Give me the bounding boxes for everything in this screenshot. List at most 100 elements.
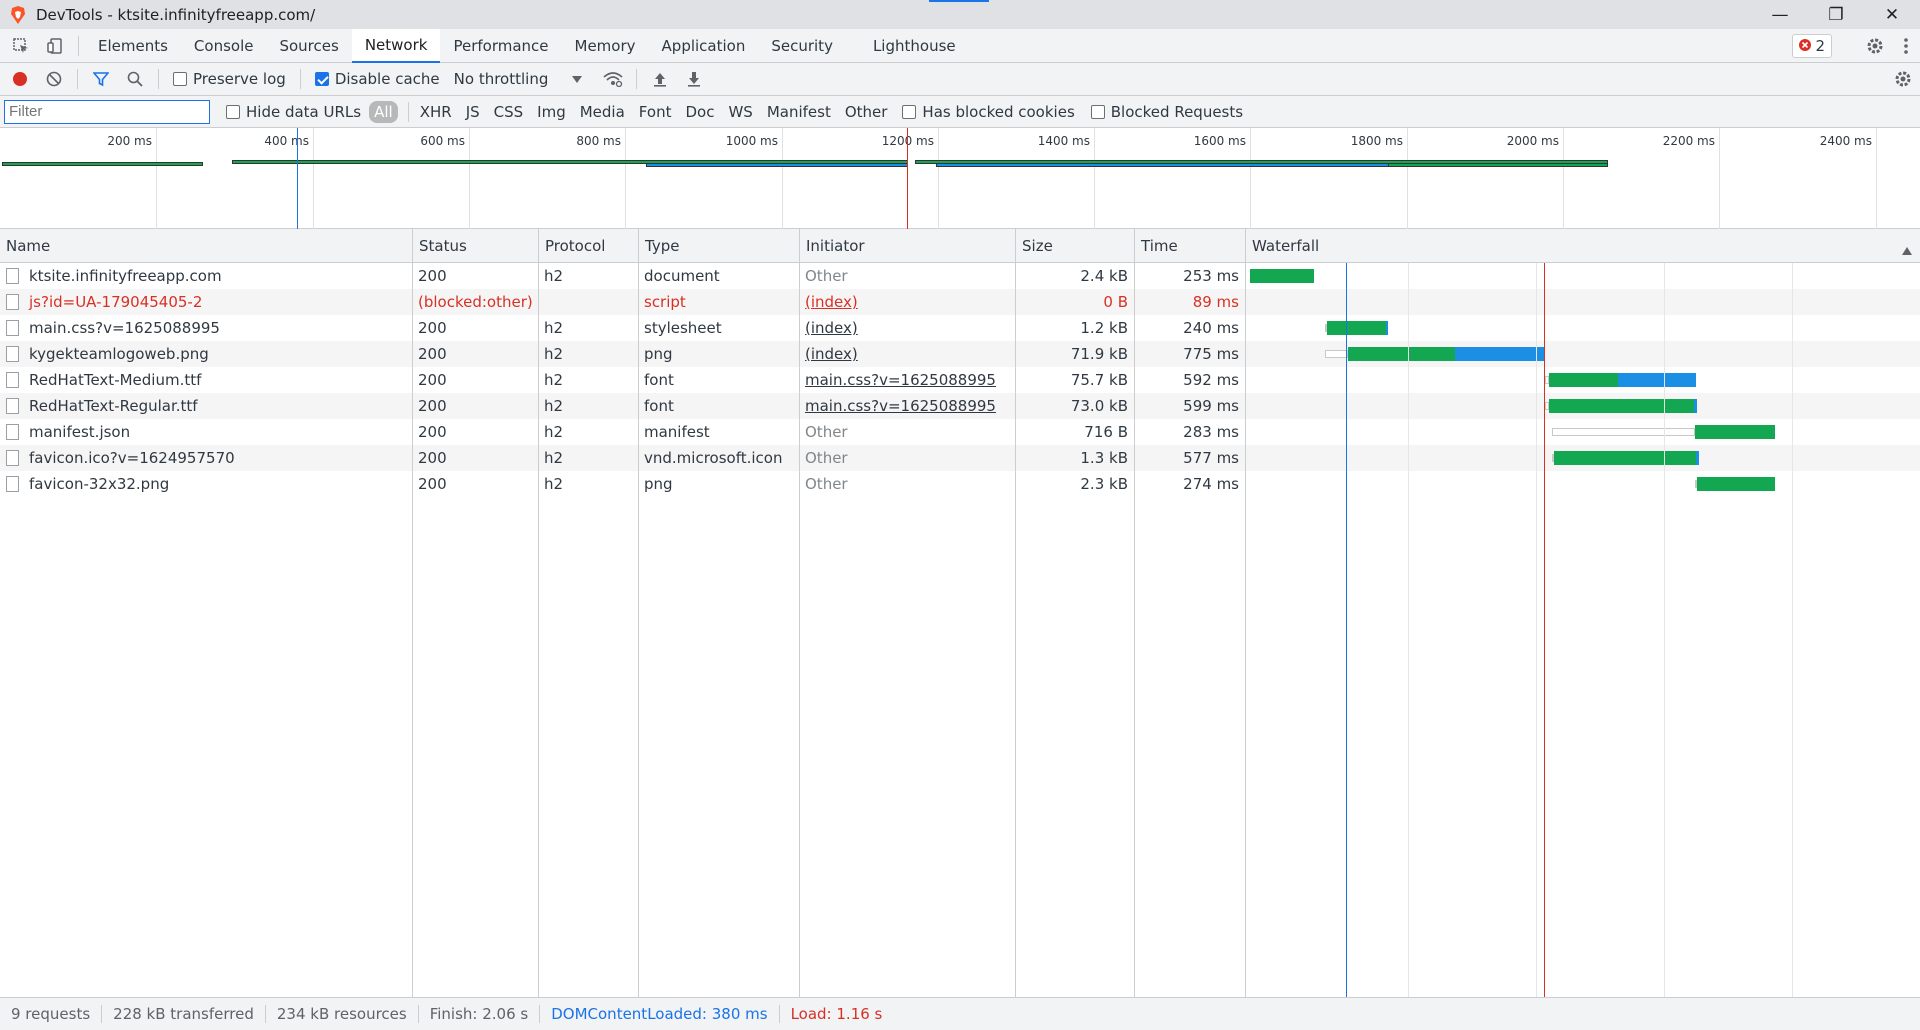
type-filter-img[interactable]: Img [532, 101, 571, 123]
waterfall-download-bar[interactable] [1327, 321, 1386, 335]
tab-sources[interactable]: Sources [266, 29, 351, 63]
tab-console[interactable]: Console [181, 29, 267, 63]
type-filter-other[interactable]: Other [840, 101, 893, 123]
cell-name[interactable]: favicon-32x32.png [0, 471, 412, 497]
table-row[interactable]: RedHatText-Medium.ttf 200 h2 font main.css?v… [0, 367, 1920, 393]
table-row[interactable]: favicon.ico?v=1624957570 200 h2 vnd.microso… [0, 445, 1920, 471]
tab-security[interactable]: Security [758, 29, 846, 63]
waterfall-download-bar[interactable] [1554, 451, 1697, 465]
cell-name[interactable]: js?id=UA-179045405-2 [0, 289, 412, 315]
record-icon[interactable] [3, 63, 37, 95]
settings-gear-icon[interactable] [1858, 29, 1892, 63]
blocked-requests-box[interactable] [1090, 104, 1105, 119]
preserve-log-checkbox[interactable]: Preserve log [173, 70, 286, 88]
cell-initiator[interactable]: main.css?v=1625088995 [799, 367, 1015, 393]
cell-status: 200 [412, 471, 538, 497]
waterfall-content-bar[interactable] [1696, 451, 1699, 465]
cell-text: (index) [805, 345, 858, 363]
column-header-time[interactable]: Time [1134, 229, 1245, 263]
tab-lighthouse[interactable]: Lighthouse [860, 29, 969, 63]
table-row[interactable]: ktsite.infinityfreeapp.com 200 h2 document O… [0, 263, 1920, 289]
export-har-icon[interactable] [677, 63, 711, 95]
cell-initiator[interactable]: (index) [799, 341, 1015, 367]
tab-application[interactable]: Application [649, 29, 759, 63]
cell-text: (index) [805, 319, 858, 337]
waterfall-download-bar[interactable] [1697, 477, 1775, 491]
table-row[interactable]: main.css?v=1625088995 200 h2 stylesheet (ind… [0, 315, 1920, 341]
sort-ascending-icon[interactable] [1902, 241, 1912, 259]
cell-protocol: h2 [538, 263, 638, 289]
type-filter-manifest[interactable]: Manifest [762, 101, 836, 123]
column-header-name[interactable]: Name [0, 229, 412, 263]
throttling-select[interactable]: No throttling [454, 70, 583, 88]
network-conditions-icon[interactable] [596, 63, 630, 95]
cell-text: 200 [418, 345, 447, 363]
cell-name[interactable]: RedHatText-Regular.ttf [0, 393, 412, 419]
tab-memory[interactable]: Memory [562, 29, 649, 63]
type-filter-media[interactable]: Media [575, 101, 630, 123]
column-header-waterfall[interactable]: Waterfall [1245, 229, 1920, 263]
column-header-status[interactable]: Status [412, 229, 538, 263]
cell-initiator[interactable]: (index) [799, 289, 1015, 315]
tab-elements[interactable]: Elements [85, 29, 181, 63]
error-counter[interactable]: 2 [1792, 34, 1832, 58]
tab-performance[interactable]: Performance [440, 29, 561, 63]
cell-name[interactable]: kygekteamlogoweb.png [0, 341, 412, 367]
type-filter-all[interactable]: All [369, 100, 398, 123]
preserve-log-box[interactable] [173, 72, 187, 86]
has-blocked-cookies-box[interactable] [902, 104, 917, 119]
waterfall-content-bar[interactable] [1455, 347, 1545, 361]
blocked-requests-checkbox[interactable]: Blocked Requests [1090, 103, 1243, 121]
cell-name[interactable]: ktsite.infinityfreeapp.com [0, 263, 412, 289]
table-row[interactable]: RedHatText-Regular.ttf 200 h2 font main.css?… [0, 393, 1920, 419]
has-blocked-cookies-checkbox[interactable]: Has blocked cookies [902, 103, 1075, 121]
type-filter-font[interactable]: Font [634, 101, 677, 123]
filter-input[interactable] [4, 99, 210, 124]
type-filter-css[interactable]: CSS [489, 101, 529, 123]
type-filter-doc[interactable]: Doc [680, 101, 719, 123]
cell-name[interactable]: favicon.ico?v=1624957570 [0, 445, 412, 471]
maximize-button[interactable]: ❐ [1808, 0, 1864, 29]
table-row[interactable]: favicon-32x32.png 200 h2 png Other 2.3 kB 274 … [0, 471, 1920, 497]
timeline-overview[interactable]: 200 ms 400 ms 600 ms 800 ms 1000 ms 1200 ms 14… [0, 128, 1920, 229]
table-row[interactable]: js?id=UA-179045405-2 (blocked:other) scrip… [0, 289, 1920, 315]
cell-initiator[interactable]: main.css?v=1625088995 [799, 393, 1015, 419]
search-icon[interactable] [118, 63, 152, 95]
waterfall-content-bar[interactable] [1693, 399, 1698, 413]
column-header-size[interactable]: Size [1015, 229, 1134, 263]
cell-name[interactable]: RedHatText-Medium.ttf [0, 367, 412, 393]
waterfall-download-bar[interactable] [1549, 373, 1618, 387]
waterfall-download-bar[interactable] [1694, 425, 1775, 439]
disable-cache-box[interactable] [314, 72, 329, 86]
more-options-icon[interactable] [1892, 29, 1920, 63]
hide-data-urls-box[interactable] [226, 104, 240, 119]
table-row[interactable]: kygekteamlogoweb.png 200 h2 png (index) 71.9 … [0, 341, 1920, 367]
disable-cache-checkbox[interactable]: Disable cache [314, 70, 440, 88]
tab-network[interactable]: Network [351, 28, 441, 63]
waterfall-content-bar[interactable] [1617, 373, 1697, 387]
cell-initiator[interactable]: (index) [799, 315, 1015, 341]
type-filter-xhr[interactable]: XHR [415, 101, 457, 123]
hide-data-urls-checkbox[interactable]: Hide data URLs [226, 103, 361, 121]
clear-icon[interactable] [37, 63, 71, 95]
waterfall-content-bar[interactable] [1385, 321, 1389, 335]
table-row[interactable]: manifest.json 200 h2 manifest Other 716 B 283 … [0, 419, 1920, 445]
column-header-type[interactable]: Type [638, 229, 799, 263]
filter-icon[interactable] [84, 63, 118, 95]
waterfall-download-bar[interactable] [1549, 399, 1694, 413]
import-har-icon[interactable] [643, 63, 677, 95]
waterfall-download-bar[interactable] [1250, 269, 1315, 283]
waterfall-download-bar[interactable] [1347, 347, 1456, 361]
minimize-button[interactable]: — [1752, 0, 1808, 29]
cell-name[interactable]: main.css?v=1625088995 [0, 315, 412, 341]
type-filter-ws[interactable]: WS [723, 101, 757, 123]
close-button[interactable]: ✕ [1864, 0, 1920, 29]
cell-name[interactable]: manifest.json [0, 419, 412, 445]
type-filter-js[interactable]: JS [461, 101, 485, 123]
network-settings-gear-icon[interactable] [1886, 63, 1920, 95]
column-header-protocol[interactable]: Protocol [538, 229, 638, 263]
device-toolbar-icon[interactable] [38, 29, 72, 63]
cell-text: 200 [418, 319, 447, 337]
column-header-initiator[interactable]: Initiator [799, 229, 1015, 263]
inspect-element-icon[interactable] [4, 29, 38, 63]
